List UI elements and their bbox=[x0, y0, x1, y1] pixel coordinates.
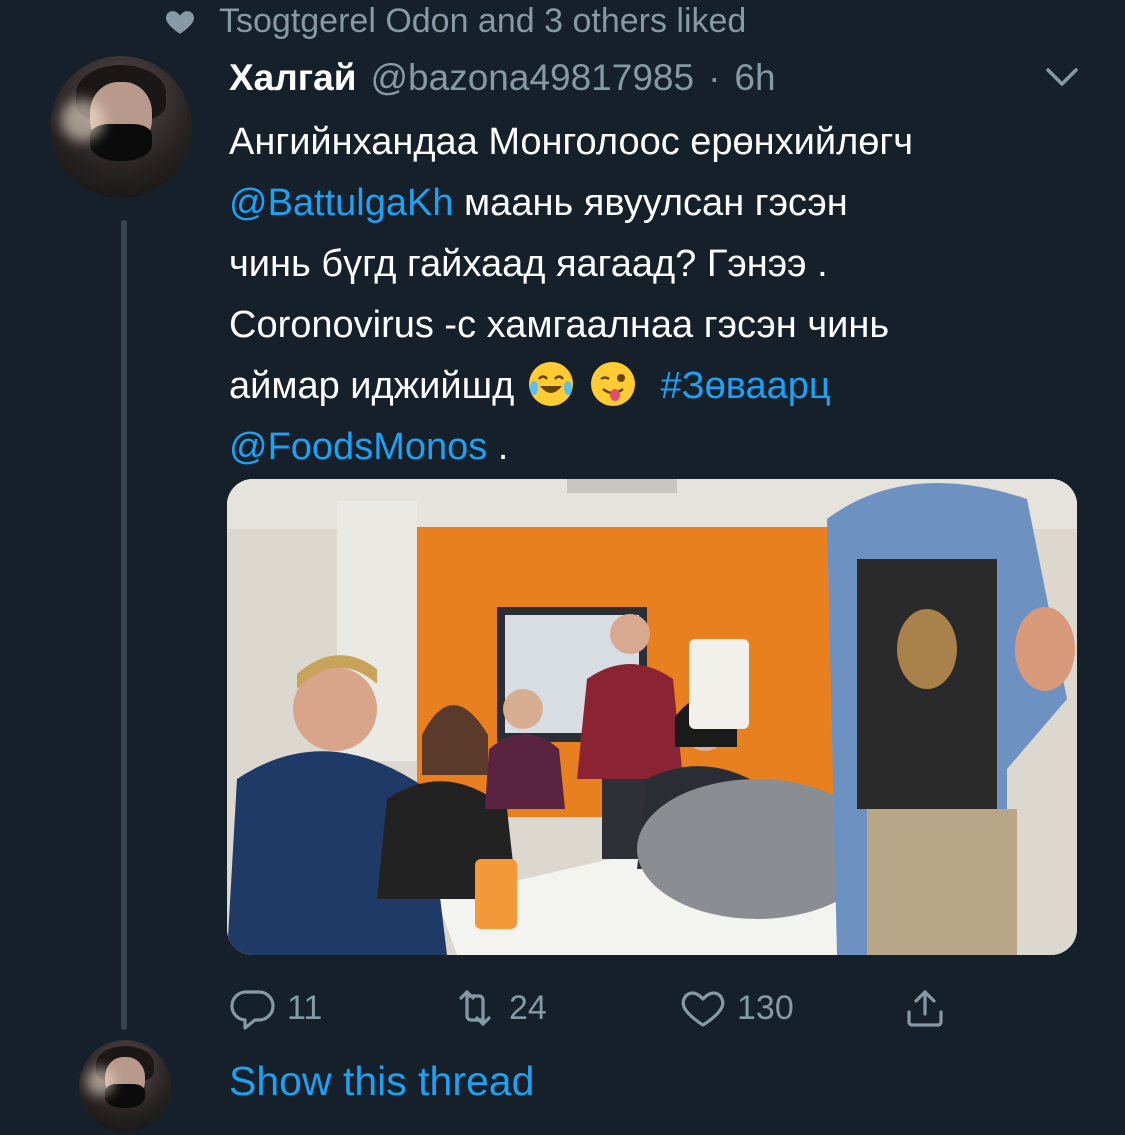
social-context-label: Tsogtgerel Odon and 3 others liked bbox=[219, 1, 747, 40]
tweet-text-line: чинь бүгд гайхаад яагаад? Гэнээ . bbox=[229, 243, 828, 285]
reply-icon bbox=[230, 990, 275, 1030]
avatar[interactable] bbox=[50, 56, 192, 198]
tweet-text-line: Ангийнхандаа Монголоос ерөнхийлөгч bbox=[229, 121, 914, 163]
tweet-text-fragment: . bbox=[487, 426, 509, 468]
tweet-text-fragment: маань явуулсан гэсэн bbox=[453, 182, 848, 224]
like-button[interactable]: 130 bbox=[679, 980, 794, 1036]
tweet-text-fragment: аймар иджийшд bbox=[229, 365, 515, 407]
display-name[interactable]: Халгай bbox=[229, 57, 357, 99]
hashtag-link[interactable]: #Зөваарц bbox=[661, 365, 831, 407]
thread-avatar[interactable] bbox=[79, 1040, 171, 1132]
winking-face-with-tongue-icon bbox=[591, 362, 636, 406]
tweet-text-line: @BattulgaKh маань явуулсан гэсэн bbox=[229, 173, 1099, 234]
mention-link[interactable]: @BattulgaKh bbox=[229, 182, 454, 224]
tweet-text-line: аймар иджийшд #Зөваарц bbox=[229, 356, 1099, 417]
tweet-text-line: @FoodsMonos . bbox=[229, 417, 1099, 478]
social-context: Tsogtgerel Odon and 3 others liked bbox=[163, 0, 746, 42]
chevron-down-icon[interactable] bbox=[1040, 60, 1084, 96]
tweet-timestamp[interactable]: 6h bbox=[734, 57, 775, 99]
tweet-header: Халгай @bazona49817985 · 6h bbox=[229, 52, 776, 104]
separator-dot: · bbox=[708, 57, 721, 98]
reply-count: 11 bbox=[287, 988, 323, 1027]
heart-icon bbox=[165, 11, 195, 34]
show-thread-link[interactable]: Show this thread bbox=[229, 1058, 534, 1105]
retweet-button[interactable]: 24 bbox=[451, 980, 547, 1036]
retweet-icon bbox=[459, 990, 491, 1026]
share-button[interactable] bbox=[901, 980, 949, 1036]
tweet-text-line: Coronovirus -с хамгаалнаа гэсэн чинь bbox=[229, 304, 890, 346]
like-count: 130 bbox=[737, 988, 794, 1027]
face-with-tears-of-joy-icon bbox=[528, 362, 573, 406]
share-icon bbox=[907, 990, 943, 1027]
mention-link[interactable]: @FoodsMonos bbox=[229, 426, 487, 468]
reply-button[interactable]: 11 bbox=[229, 980, 322, 1036]
thread-connector-line bbox=[121, 220, 127, 1030]
user-handle[interactable]: @bazona49817985 bbox=[371, 57, 695, 99]
retweet-count: 24 bbox=[509, 988, 547, 1027]
tweet-actions: 11 24 130 bbox=[229, 980, 969, 1036]
heart-icon bbox=[681, 991, 725, 1027]
tweet-text: Ангийнхандаа Монголоос ерөнхийлөгч @Batt… bbox=[229, 112, 1099, 478]
tweet-photo[interactable] bbox=[227, 479, 1077, 955]
